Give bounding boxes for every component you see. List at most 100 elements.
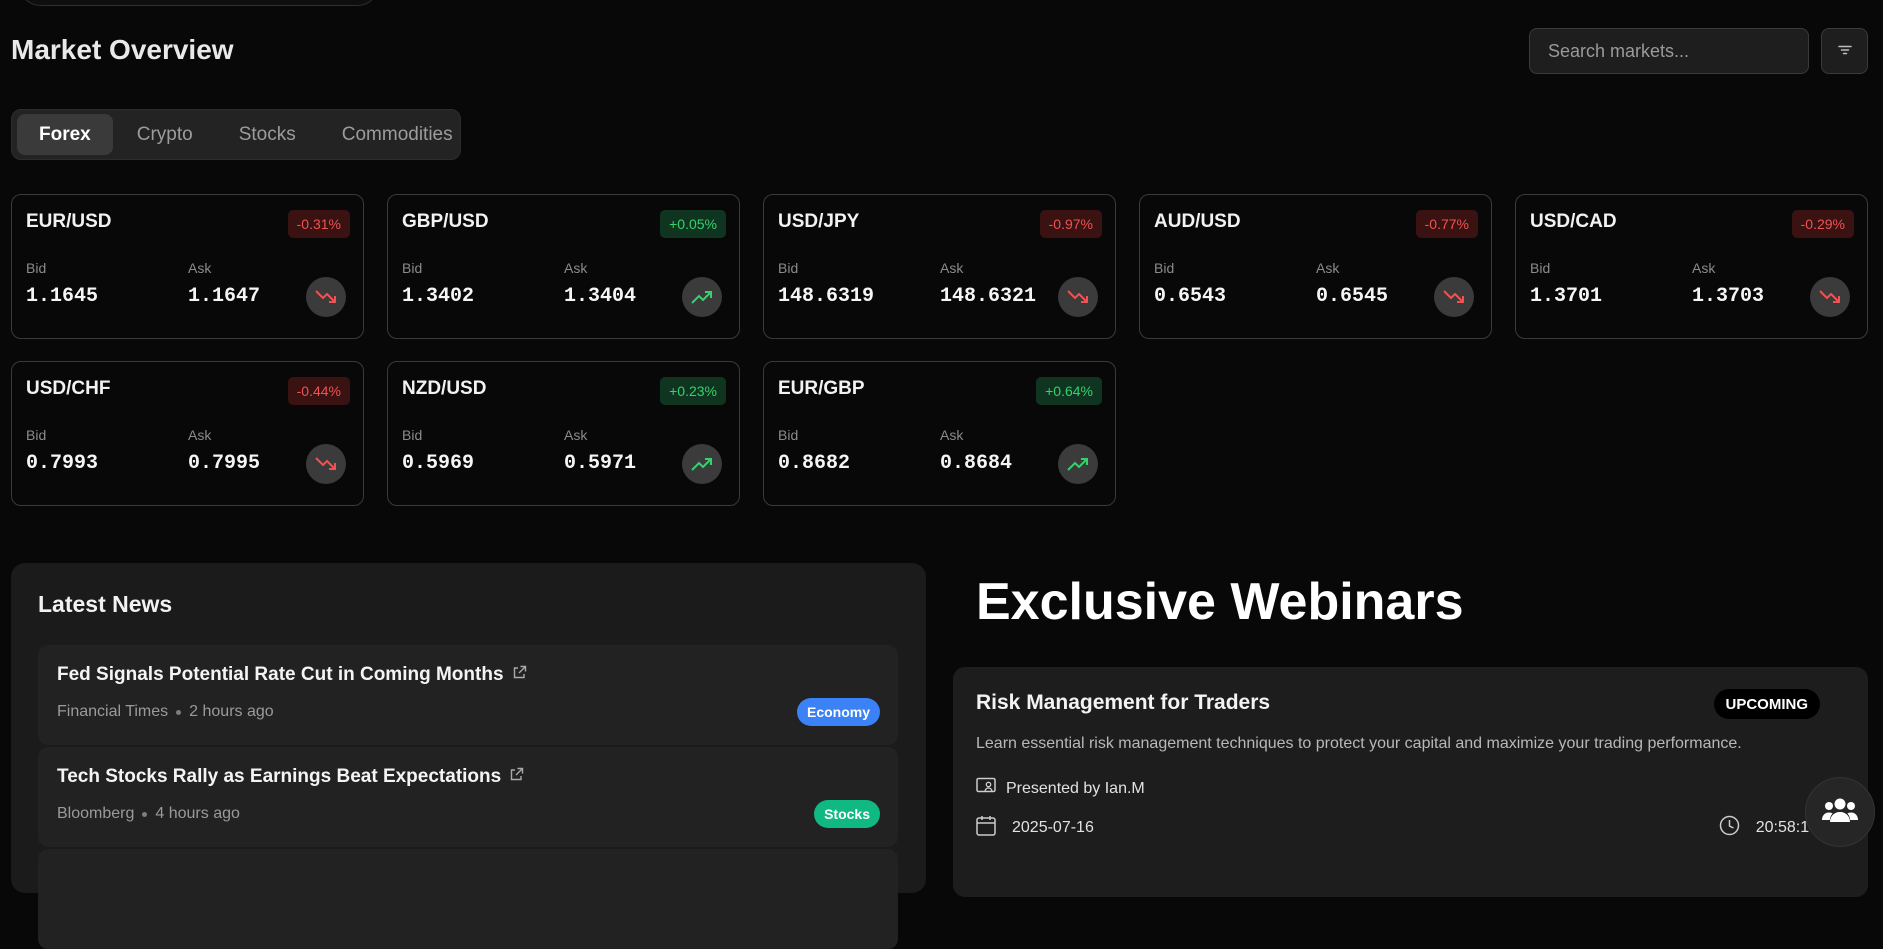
filter-icon (1837, 42, 1852, 60)
change-badge: -0.97% (1039, 210, 1102, 238)
change-badge: -0.29% (1791, 210, 1854, 238)
news-time: 2 hours ago (189, 703, 274, 720)
ask-label: Ask (1692, 260, 1716, 276)
news-item[interactable] (38, 849, 898, 949)
ask-value: 0.8684 (940, 452, 1013, 475)
news-title-text: Fed Signals Potential Rate Cut in Coming… (57, 664, 504, 685)
change-badge: -0.44% (287, 377, 350, 405)
webinar-description: Learn essential risk management techniqu… (976, 735, 1742, 752)
market-card[interactable]: AUD/USD -0.77% Bid Ask 0.6543 0.6545 (1139, 194, 1492, 339)
clock-icon (1719, 815, 1740, 841)
external-link-icon (509, 766, 524, 788)
category-tag[interactable]: Stocks (814, 800, 880, 828)
bid-value: 1.3402 (402, 285, 475, 308)
tab-stocks[interactable]: Stocks (217, 114, 318, 155)
bid-value: 0.7993 (26, 452, 99, 475)
ask-label: Ask (188, 260, 212, 276)
pair-name: EUR/GBP (778, 378, 865, 399)
tab-forex[interactable]: Forex (17, 114, 113, 155)
news-meta: Bloomberg 4 hours ago (57, 805, 240, 823)
news-source: Bloomberg (57, 805, 135, 822)
market-card[interactable]: USD/CAD -0.29% Bid Ask 1.3701 1.3703 (1515, 194, 1868, 339)
bid-label: Bid (26, 260, 47, 276)
trend-up-icon (682, 444, 722, 484)
ask-value: 1.1647 (188, 285, 261, 308)
bid-label: Bid (402, 260, 423, 276)
market-card[interactable]: GBP/USD +0.05% Bid Ask 1.3402 1.3404 (387, 194, 740, 339)
change-badge: +0.05% (660, 210, 726, 238)
pair-name: USD/CAD (1530, 211, 1617, 232)
change-badge: -0.77% (1415, 210, 1478, 238)
bid-value: 0.5969 (402, 452, 475, 475)
bid-value: 148.6319 (778, 285, 875, 308)
news-title-text: Tech Stocks Rally as Earnings Beat Expec… (57, 766, 502, 787)
ask-label: Ask (188, 427, 212, 443)
ask-label: Ask (940, 260, 964, 276)
news-item[interactable]: Fed Signals Potential Rate Cut in Coming… (38, 645, 898, 745)
news-title[interactable]: Fed Signals Potential Rate Cut in Coming… (57, 664, 527, 686)
change-badge: +0.23% (660, 377, 726, 405)
trend-up-icon (1058, 444, 1098, 484)
webinar-presenter: Presented by Ian.M (976, 777, 1145, 800)
date-text: 2025-07-16 (1012, 819, 1094, 836)
tab-commodities[interactable]: Commodities (320, 114, 475, 155)
ask-value: 0.5971 (564, 452, 637, 475)
market-card[interactable]: USD/CHF -0.44% Bid Ask 0.7993 0.7995 (11, 361, 364, 506)
ask-value: 0.7995 (188, 452, 261, 475)
change-badge: +0.64% (1036, 377, 1102, 405)
trend-down-icon (306, 277, 346, 317)
separator-dot (176, 709, 182, 715)
presenter-icon (976, 777, 996, 800)
pair-name: GBP/USD (402, 211, 489, 232)
market-card[interactable]: EUR/GBP +0.64% Bid Ask 0.8682 0.8684 (763, 361, 1116, 506)
change-badge: -0.31% (287, 210, 350, 238)
trend-down-icon (1058, 277, 1098, 317)
market-card[interactable]: NZD/USD +0.23% Bid Ask 0.5969 0.5971 (387, 361, 740, 506)
users-icon (1822, 796, 1858, 829)
filter-button[interactable] (1821, 28, 1868, 74)
bid-label: Bid (1530, 260, 1551, 276)
news-heading: Latest News (38, 591, 173, 617)
trend-down-icon (1434, 277, 1474, 317)
ask-value: 148.6321 (940, 285, 1037, 308)
pair-name: AUD/USD (1154, 211, 1241, 232)
bid-label: Bid (778, 427, 799, 443)
ask-label: Ask (1316, 260, 1340, 276)
market-card[interactable]: USD/JPY -0.97% Bid Ask 148.6319 148.6321 (763, 194, 1116, 339)
webinar-time: 20:58:14 (1719, 815, 1818, 841)
top-search-pill[interactable] (18, 0, 380, 6)
bid-value: 0.8682 (778, 452, 851, 475)
ask-label: Ask (564, 260, 588, 276)
bid-value: 1.1645 (26, 285, 99, 308)
bid-value: 1.3701 (1530, 285, 1603, 308)
news-title[interactable]: Tech Stocks Rally as Earnings Beat Expec… (57, 766, 524, 788)
news-meta: Financial Times 2 hours ago (57, 703, 274, 721)
bid-label: Bid (402, 427, 423, 443)
category-tag[interactable]: Economy (796, 698, 880, 726)
market-tabs: Forex Crypto Stocks Commodities (11, 109, 461, 160)
news-item[interactable]: Tech Stocks Rally as Earnings Beat Expec… (38, 747, 898, 847)
news-time: 4 hours ago (155, 805, 240, 822)
bid-label: Bid (778, 260, 799, 276)
calendar-icon (976, 815, 996, 841)
tab-crypto[interactable]: Crypto (115, 114, 215, 155)
external-link-icon (512, 664, 527, 686)
bid-label: Bid (26, 427, 47, 443)
bid-label: Bid (1154, 260, 1175, 276)
presenter-text: Presented by Ian.M (1006, 779, 1145, 797)
trend-down-icon (306, 444, 346, 484)
webinars-heading: Exclusive Webinars (976, 573, 1464, 631)
pair-name: EUR/USD (26, 211, 112, 232)
community-button[interactable] (1805, 777, 1875, 847)
search-input[interactable] (1529, 28, 1809, 74)
trend-down-icon (1810, 277, 1850, 317)
ask-value: 1.3703 (1692, 285, 1765, 308)
status-badge: UPCOMING (1713, 689, 1820, 719)
ask-label: Ask (564, 427, 588, 443)
separator-dot (142, 811, 148, 817)
webinar-title: Risk Management for Traders (976, 691, 1271, 714)
market-card[interactable]: EUR/USD -0.31% Bid Ask 1.1645 1.1647 (11, 194, 364, 339)
trend-up-icon (682, 277, 722, 317)
webinar-date: 2025-07-16 (976, 815, 1094, 841)
pair-name: USD/JPY (778, 211, 860, 232)
